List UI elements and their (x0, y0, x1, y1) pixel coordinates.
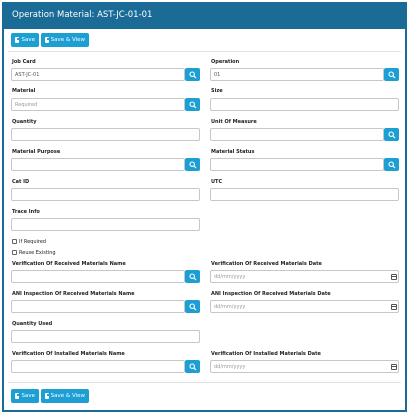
search-icon (387, 130, 395, 138)
save-and-view-button-label: Save & View (50, 393, 85, 399)
ani-received-name-label: ANI Inspection Of Received Materials Nam… (12, 291, 135, 297)
utc-label: UTC (211, 179, 223, 185)
date-placeholder: dd/mm/yyyy (214, 273, 246, 280)
save-and-view-button[interactable]: Save & View (41, 33, 89, 47)
job-card-label: Job Card (12, 59, 36, 65)
cat-id-field[interactable] (11, 188, 200, 201)
search-icon (188, 100, 196, 108)
save-button-bottom[interactable]: Save (11, 389, 39, 403)
verif-installed-name-search-button[interactable] (185, 360, 200, 373)
save-and-view-button-bottom[interactable]: Save & View (41, 389, 89, 403)
quantity-label: Quantity (12, 119, 37, 125)
ani-received-name-search-button[interactable] (185, 300, 200, 313)
calendar-icon[interactable] (391, 274, 397, 280)
unit-of-measure-label: Unit Of Measure (211, 119, 257, 125)
save-and-view-button-label: Save & View (50, 37, 85, 43)
floppy-disk-icon (15, 393, 21, 399)
floppy-disk-icon (15, 37, 21, 43)
material-search-button[interactable] (185, 98, 200, 111)
verif-received-name-search-button[interactable] (185, 270, 200, 283)
divider (8, 51, 401, 52)
verif-received-name-label: Verification Of Received Materials Name (12, 261, 126, 267)
quantity-used-field[interactable] (11, 330, 200, 343)
verif-installed-date-field[interactable]: dd/mm/yyyy (210, 360, 399, 373)
ani-received-name-field[interactable] (11, 300, 185, 313)
trace-info-field[interactable] (11, 218, 200, 231)
trace-info-label: Trace Info (12, 209, 40, 215)
verif-installed-date-label: Verification Of Installed Materials Date (211, 351, 321, 357)
divider (8, 382, 401, 383)
ani-received-date-field[interactable]: dd/mm/yyyy (210, 300, 399, 313)
date-placeholder: dd/mm/yyyy (214, 303, 246, 310)
material-purpose-search-button[interactable] (185, 158, 200, 171)
page-title: Operation Material: AST-JC-01-01 (12, 10, 153, 20)
size-field[interactable] (210, 98, 399, 111)
search-icon (188, 70, 196, 78)
window-header: Operation Material: AST-JC-01-01 (4, 4, 405, 29)
save-button-label: Save (21, 37, 35, 43)
size-label: Size (211, 88, 223, 94)
search-icon (188, 302, 196, 310)
verif-installed-name-label: Verification Of Installed Materials Name (12, 351, 125, 357)
ani-received-date-label: ANI Inspection Of Received Materials Dat… (211, 291, 331, 297)
material-status-field[interactable] (210, 158, 384, 171)
search-icon (188, 272, 196, 280)
verif-received-name-field[interactable] (11, 270, 185, 283)
save-button[interactable]: Save (11, 33, 39, 47)
material-field[interactable]: Required (11, 98, 185, 111)
search-icon (387, 70, 395, 78)
calendar-icon[interactable] (391, 304, 397, 310)
date-placeholder: dd/mm/yyyy (214, 363, 246, 370)
material-purpose-label: Material Purpose (12, 149, 61, 155)
if-required-label: If Required (19, 239, 47, 245)
save-button-label: Save (21, 393, 35, 399)
verif-received-date-field[interactable]: dd/mm/yyyy (210, 270, 399, 283)
job-card-field[interactable]: AST-JC-01 (11, 68, 185, 81)
quantity-field[interactable] (11, 128, 200, 141)
material-purpose-field[interactable] (11, 158, 185, 171)
reuse-existing-checkbox[interactable] (12, 250, 17, 255)
if-required-checkbox[interactable] (12, 239, 17, 244)
verif-installed-name-field[interactable] (11, 360, 185, 373)
operation-material-window: Operation Material: AST-JC-01-01 Save Sa… (2, 2, 407, 412)
cat-id-label: Cat ID (12, 179, 30, 185)
operation-label: Operation (211, 59, 240, 65)
operation-field[interactable]: 01 (210, 68, 384, 81)
unit-of-measure-search-button[interactable] (384, 128, 399, 141)
floppy-disk-icon (45, 37, 50, 43)
material-status-label: Material Status (211, 149, 255, 155)
operation-search-button[interactable] (384, 68, 399, 81)
floppy-disk-icon (45, 393, 50, 399)
utc-field[interactable] (210, 188, 399, 201)
verif-received-date-label: Verification Of Received Materials Date (211, 261, 322, 267)
job-card-search-button[interactable] (185, 68, 200, 81)
material-status-search-button[interactable] (384, 158, 399, 171)
reuse-existing-label: Reuse Existing (19, 250, 56, 256)
search-icon (188, 160, 196, 168)
search-icon (188, 362, 196, 370)
material-label: Material (12, 88, 36, 94)
unit-of-measure-field[interactable] (210, 128, 384, 141)
calendar-icon[interactable] (391, 364, 397, 370)
quantity-used-label: Quantity Used (12, 321, 53, 327)
search-icon (387, 160, 395, 168)
